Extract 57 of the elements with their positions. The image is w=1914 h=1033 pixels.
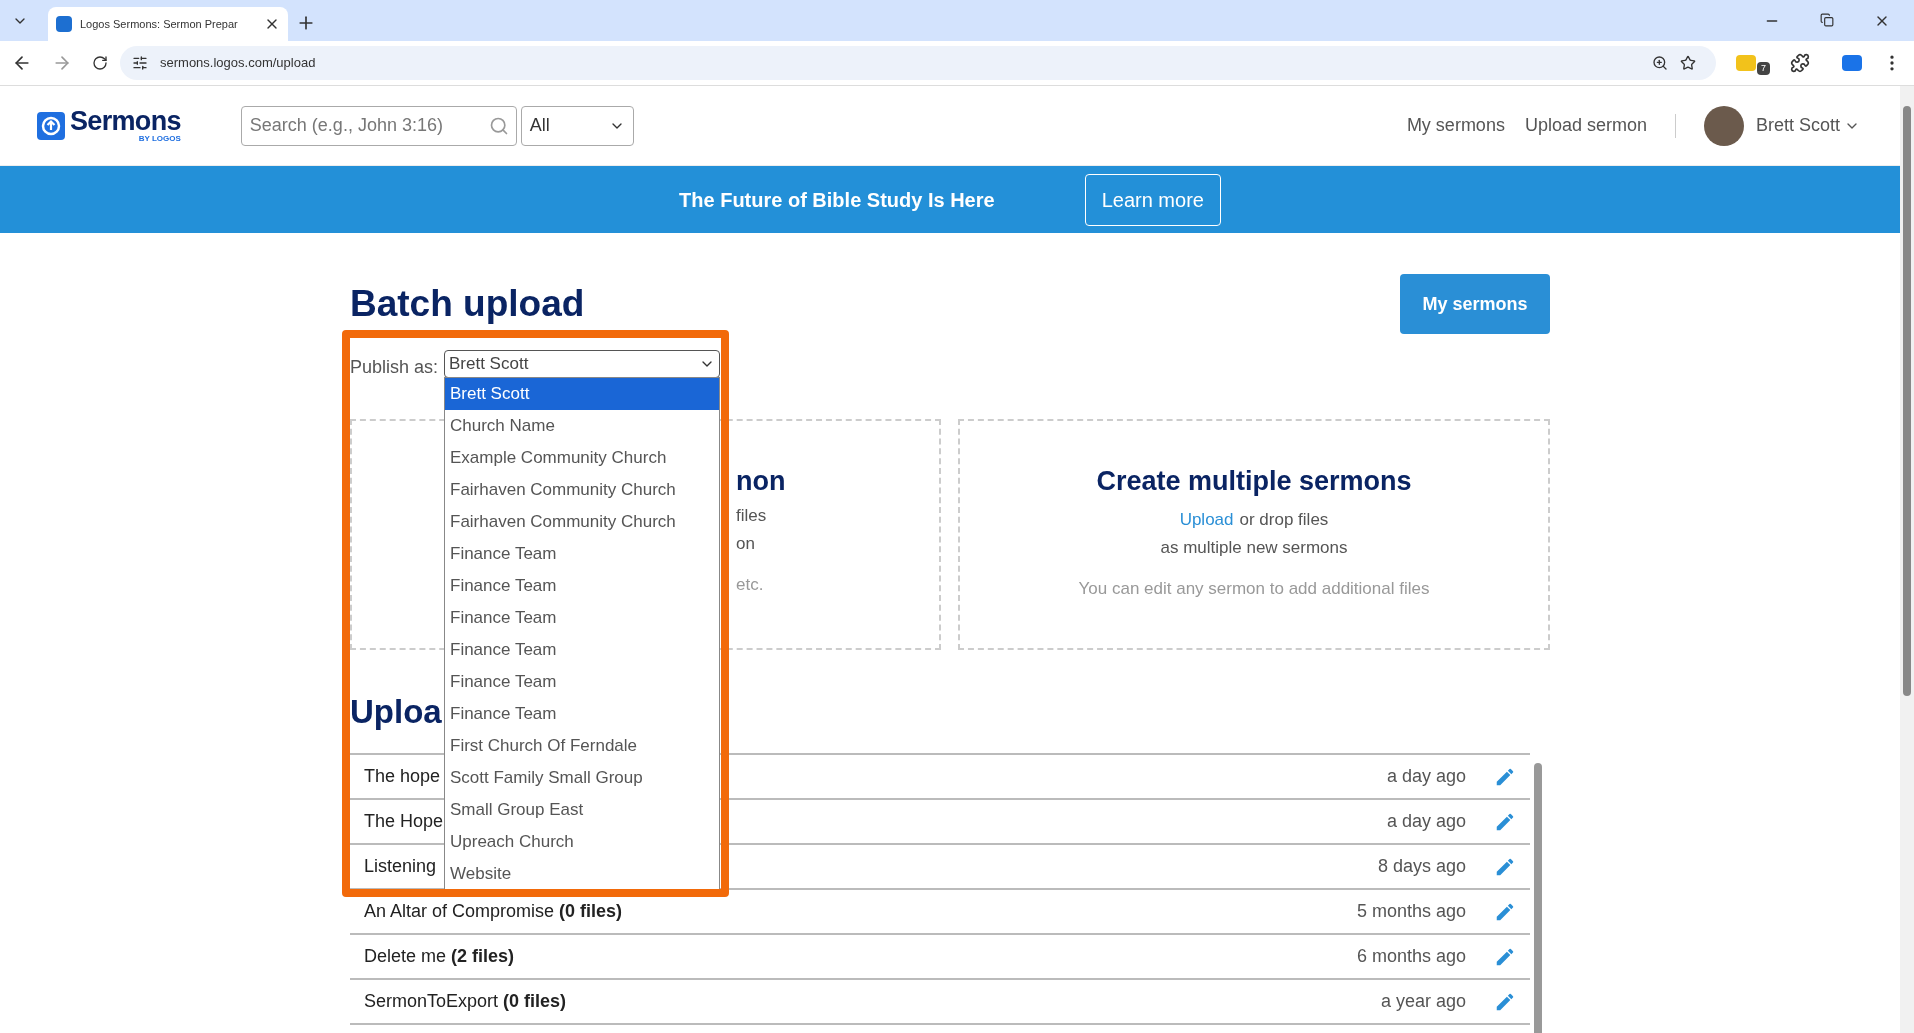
address-bar[interactable]: sermons.logos.com/upload xyxy=(120,46,1716,80)
drop-zone-text: files xyxy=(736,504,767,527)
drop-zone-note: etc. xyxy=(736,573,764,596)
browser-tab[interactable]: Logos Sermons: Sermon Prepar xyxy=(48,7,288,41)
publish-as-label: Publish as: xyxy=(350,355,439,379)
my-sermons-button[interactable]: My sermons xyxy=(1400,274,1550,334)
page-scrollbar[interactable] xyxy=(1903,106,1911,696)
sermon-title: An Altar of Compromise (0 files) xyxy=(364,900,623,923)
upload-time: 6 months ago xyxy=(1356,945,1466,968)
user-menu[interactable]: Brett Scott xyxy=(1755,112,1860,139)
nav-link[interactable]: My sermons xyxy=(1406,112,1505,139)
tab-title: Logos Sermons: Sermon Prepar xyxy=(80,16,239,32)
profile-icon[interactable] xyxy=(1842,55,1862,71)
sermon-title: Delete me (2 files) xyxy=(364,945,515,968)
upload-time: 8 days ago xyxy=(1377,855,1466,878)
upload-row[interactable]: SermonToExport (0 files) a year ago xyxy=(350,980,1530,1025)
upload-time: a day ago xyxy=(1386,765,1466,788)
upload-row[interactable]: Delete me (2 files) 6 months ago xyxy=(350,935,1530,980)
list-scrollbar[interactable] xyxy=(1534,763,1542,1033)
upload-row[interactable]: An Altar of Compromise (0 files) 5 months ago xyxy=(350,890,1530,935)
drop-zone-note: You can edit any sermon to add additional files xyxy=(1078,577,1430,600)
avatar-icon[interactable] xyxy=(1703,105,1744,146)
site-settings-icon[interactable] xyxy=(132,55,148,71)
drop-zone[interactable]: Create multiple sermons Upload or drop files as multiple new sermons You can edit any sermon to add additional files xyxy=(958,419,1550,650)
search-icon[interactable] xyxy=(488,115,509,136)
reload-icon[interactable] xyxy=(92,55,108,71)
filter-dropdown[interactable]: All xyxy=(520,105,634,146)
zoom-icon[interactable] xyxy=(1652,55,1668,71)
drop-zone-heading: Create multiple sermons xyxy=(1096,465,1412,498)
upload-time: a year ago xyxy=(1380,990,1466,1013)
search-field[interactable]: Search (e.g., John 3:16) xyxy=(240,105,517,146)
upload-time: a day ago xyxy=(1386,810,1466,833)
drop-zone-text: or drop files xyxy=(1239,508,1329,531)
restore-icon[interactable] xyxy=(1820,13,1834,27)
publish-as-select[interactable]: Brett Scott xyxy=(444,350,720,378)
drop-zone-text: as multiple new sermons xyxy=(1160,536,1348,559)
upload-link[interactable]: Upload xyxy=(1179,505,1234,534)
extension-badge: 7 xyxy=(1757,62,1770,75)
favicon-icon xyxy=(56,16,72,32)
upload-time: 5 months ago xyxy=(1356,900,1466,923)
sermon-title: The Hope xyxy=(364,810,444,833)
sermon-title: The hope xyxy=(364,765,441,788)
bookmark-star-icon[interactable] xyxy=(1680,55,1696,71)
url-text: sermons.logos.com/upload xyxy=(160,54,316,73)
nav-link[interactable]: Upload sermon xyxy=(1524,112,1647,139)
banner-text: The Future of Bible Study Is Here xyxy=(679,187,995,213)
logo-subtext: BY LOGOS xyxy=(138,135,181,143)
logo-text[interactable]: Sermons xyxy=(70,108,181,135)
section-title: Uploa xyxy=(350,692,442,732)
drop-zone-text: on xyxy=(736,532,755,555)
logo-icon xyxy=(36,110,66,141)
drop-zone-heading: non xyxy=(736,465,786,498)
sermon-title: Listening xyxy=(364,855,437,878)
page-title: Batch upload xyxy=(350,282,585,327)
extensions-icon[interactable] xyxy=(1790,53,1810,73)
option-item[interactable]: Brett Scott xyxy=(445,378,719,410)
sermon-title: SermonToExport (0 files) xyxy=(364,990,567,1013)
